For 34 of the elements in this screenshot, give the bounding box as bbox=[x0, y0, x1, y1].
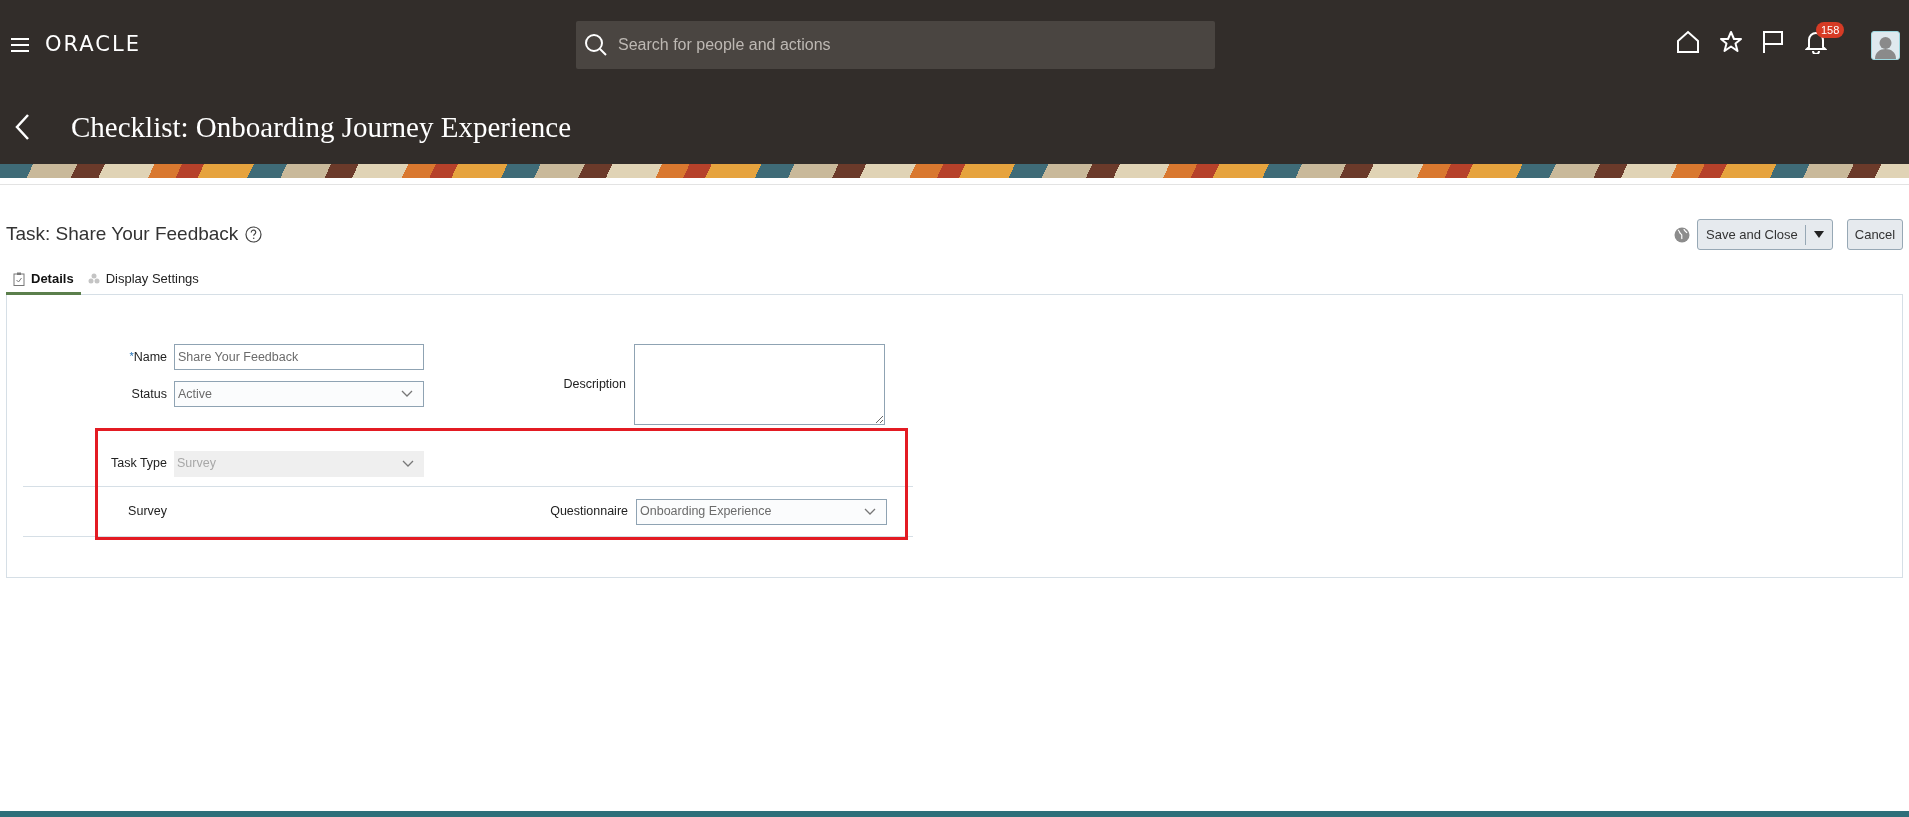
tab[interactable]: Display Settings bbox=[80, 265, 206, 295]
home-icon[interactable] bbox=[1676, 30, 1700, 54]
section-label: Survey bbox=[127, 503, 167, 521]
dots-icon bbox=[87, 273, 100, 284]
field-label: *Name bbox=[128, 348, 167, 366]
clipboard-icon bbox=[13, 271, 25, 286]
flag-icon[interactable] bbox=[1762, 30, 1784, 54]
field-label: Status bbox=[130, 385, 167, 403]
field-label: Task Type bbox=[109, 455, 167, 473]
notification-badge: 158 bbox=[1816, 22, 1845, 38]
field-label: Questionnaire bbox=[549, 503, 628, 521]
save-and-close-button[interactable]: Save and Close bbox=[1697, 219, 1833, 250]
name-input[interactable]: Share Your Feedback bbox=[174, 344, 424, 370]
select-field[interactable]: Active bbox=[174, 381, 424, 407]
select-field: Survey bbox=[174, 450, 424, 477]
select-field[interactable]: Onboarding Experience bbox=[636, 498, 887, 525]
avatar[interactable] bbox=[1871, 31, 1900, 60]
star-icon[interactable] bbox=[1719, 30, 1743, 54]
brand-logo[interactable]: ORACLE bbox=[45, 29, 141, 61]
field-label: Description bbox=[562, 376, 626, 394]
back-icon[interactable] bbox=[14, 113, 30, 141]
search-icon bbox=[584, 33, 608, 57]
cancel-button[interactable]: Cancel bbox=[1847, 219, 1903, 250]
chevron-down-icon bbox=[864, 507, 876, 516]
chevron-down-icon bbox=[401, 390, 413, 398]
page-title: Checklist: Onboarding Journey Experience bbox=[71, 112, 572, 142]
tab[interactable]: Details bbox=[6, 265, 81, 295]
chevron-down-icon bbox=[402, 459, 414, 468]
help-icon[interactable] bbox=[245, 226, 263, 243]
task-title: Task: Share Your Feedback bbox=[6, 222, 239, 247]
description-textarea[interactable] bbox=[634, 344, 885, 425]
search-field[interactable]: Search for people and actions bbox=[576, 21, 1215, 69]
globe-icon[interactable] bbox=[1674, 226, 1690, 243]
caret-icon bbox=[1813, 231, 1824, 238]
